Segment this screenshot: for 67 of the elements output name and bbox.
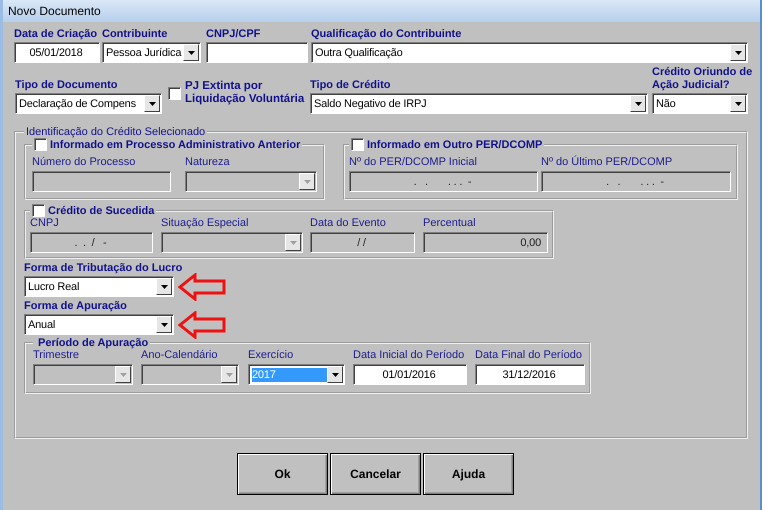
dropdown[interactable]: Declaração de Compens xyxy=(15,93,162,114)
text-field[interactable]: 31/12/2016 xyxy=(475,364,585,385)
group-title: Crédito de Sucedida xyxy=(48,204,154,216)
field-label: Trimestre xyxy=(33,349,80,362)
caret-icon xyxy=(160,322,168,326)
dropdown[interactable]: Saldo Negativo de IRPJ xyxy=(310,93,648,114)
dropdown[interactable]: Outra Qualificação xyxy=(311,42,748,63)
field-label: CNPJ xyxy=(30,217,59,230)
dropdown[interactable]: Não xyxy=(652,93,748,114)
field-label: Natureza xyxy=(185,156,230,169)
caret-icon xyxy=(304,180,310,184)
dropdown-button[interactable] xyxy=(156,278,172,295)
field-label: Tipo de Documento xyxy=(15,79,118,92)
dropdown[interactable]: Lucro Real xyxy=(24,276,174,297)
caret-icon xyxy=(120,372,126,376)
caret-icon xyxy=(160,284,168,288)
field-label: Data Final do Período xyxy=(475,349,582,362)
dropdown-button[interactable] xyxy=(730,44,746,61)
dropdown-button[interactable] xyxy=(156,316,172,333)
group-title: Período de Apuração xyxy=(38,337,148,349)
field-label: Percentual xyxy=(423,217,476,230)
field-label: Exercício xyxy=(248,349,294,362)
field-label: Situação Especial xyxy=(161,217,248,230)
field-label: Forma de Apuração xyxy=(24,300,127,313)
caret-icon xyxy=(188,50,194,54)
group-title: Informado em Outro PER/DCOMP xyxy=(367,138,542,150)
field-label: CNPJ/CPF xyxy=(206,28,260,41)
checkbox[interactable] xyxy=(32,204,45,217)
field-label: Crédito Oriundo de Ação Judicial? xyxy=(652,66,754,92)
field-label: Contribuinte xyxy=(102,28,168,41)
dropdown-button[interactable] xyxy=(630,95,646,112)
checkbox[interactable] xyxy=(34,138,47,151)
text-field[interactable] xyxy=(206,42,308,63)
dropdown-button[interactable] xyxy=(183,44,199,61)
dialog-button[interactable]: Ok xyxy=(237,453,328,495)
field-label: Data do Evento xyxy=(310,217,386,230)
text-field[interactable]: 01/01/2016 xyxy=(353,364,467,385)
field-label: Nº do PER/DCOMP Inicial xyxy=(349,156,477,169)
dialog-button[interactable]: Cancelar xyxy=(330,453,421,495)
dropdown[interactable]: Pessoa Jurídica xyxy=(102,42,201,63)
checkbox[interactable] xyxy=(351,138,364,151)
checkbox-label: PJ Extinta por Liquidação Voluntária xyxy=(185,80,306,106)
caret-icon xyxy=(634,102,642,106)
field-label: Tipo de Crédito xyxy=(310,79,390,92)
field-label: Nº do Último PER/DCOMP xyxy=(541,156,672,169)
dropdown[interactable]: Anual xyxy=(24,314,174,335)
group-title: Identificação do Crédito Selecionado xyxy=(26,126,206,138)
caret-icon xyxy=(332,372,338,376)
checkbox[interactable] xyxy=(168,87,181,100)
window-title: Novo Documento xyxy=(8,4,101,18)
caret-icon xyxy=(734,50,742,54)
dialog-button[interactable]: Ajuda xyxy=(423,453,514,495)
group-title: Informado em Processo Administrativo Anterior xyxy=(50,138,300,150)
field-label: Data de Criação xyxy=(14,28,98,41)
field-label: Qualificação do Contribuinte xyxy=(311,28,462,41)
dropdown-button[interactable] xyxy=(327,366,343,383)
field-label: Número do Processo xyxy=(32,156,136,169)
caret-icon xyxy=(148,102,156,106)
caret-icon xyxy=(290,240,296,244)
dropdown-button[interactable] xyxy=(730,95,746,112)
field-label: Data Inicial do Período xyxy=(353,349,464,362)
caret-icon xyxy=(226,372,232,376)
field-label: Forma de Tributação do Lucro xyxy=(24,262,182,275)
dropdown-button[interactable] xyxy=(144,95,160,112)
caret-icon xyxy=(734,102,742,106)
field-label: Ano-Calendário xyxy=(141,349,218,362)
text-field[interactable]: 05/01/2018 xyxy=(14,42,100,63)
